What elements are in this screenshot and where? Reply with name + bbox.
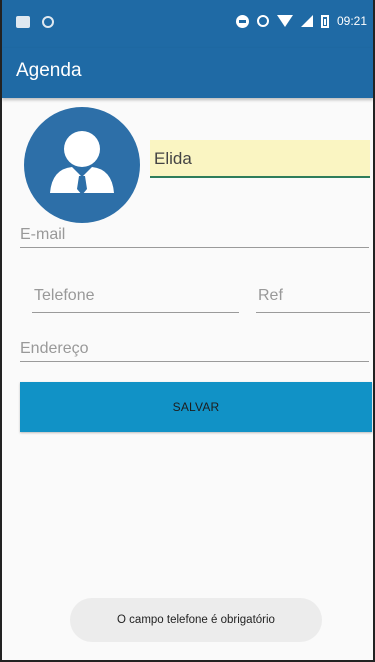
do-not-disturb-icon: [235, 14, 249, 28]
save-button[interactable]: SALVAR: [20, 382, 372, 432]
battery-icon: [320, 14, 329, 28]
app-bar: Agenda: [2, 48, 373, 98]
endereco-field[interactable]: Endereço: [20, 340, 369, 362]
name-field[interactable]: Elida: [150, 140, 370, 178]
status-time: 09:21: [336, 14, 367, 28]
app-screen: 09:21 Agenda Elida E-mail Telefone Ref E…: [0, 0, 375, 662]
image-icon: [16, 16, 30, 28]
telefone-field[interactable]: Telefone: [32, 287, 239, 313]
alarm-icon: [256, 15, 269, 27]
ref-field[interactable]: Ref: [256, 287, 370, 313]
signal-icon: [300, 15, 313, 27]
email-field[interactable]: E-mail: [20, 226, 369, 248]
contact-avatar[interactable]: [24, 107, 140, 223]
status-left-icons: [16, 16, 54, 28]
person-icon: [50, 131, 114, 195]
wifi-icon: [276, 15, 293, 27]
status-right-icons: 09:21: [235, 14, 367, 28]
toast-message: O campo telefone é obrigatório: [70, 598, 322, 642]
app-title: Agenda: [16, 60, 82, 81]
circle-icon: [42, 16, 54, 28]
status-bar: 09:21: [2, 0, 373, 48]
